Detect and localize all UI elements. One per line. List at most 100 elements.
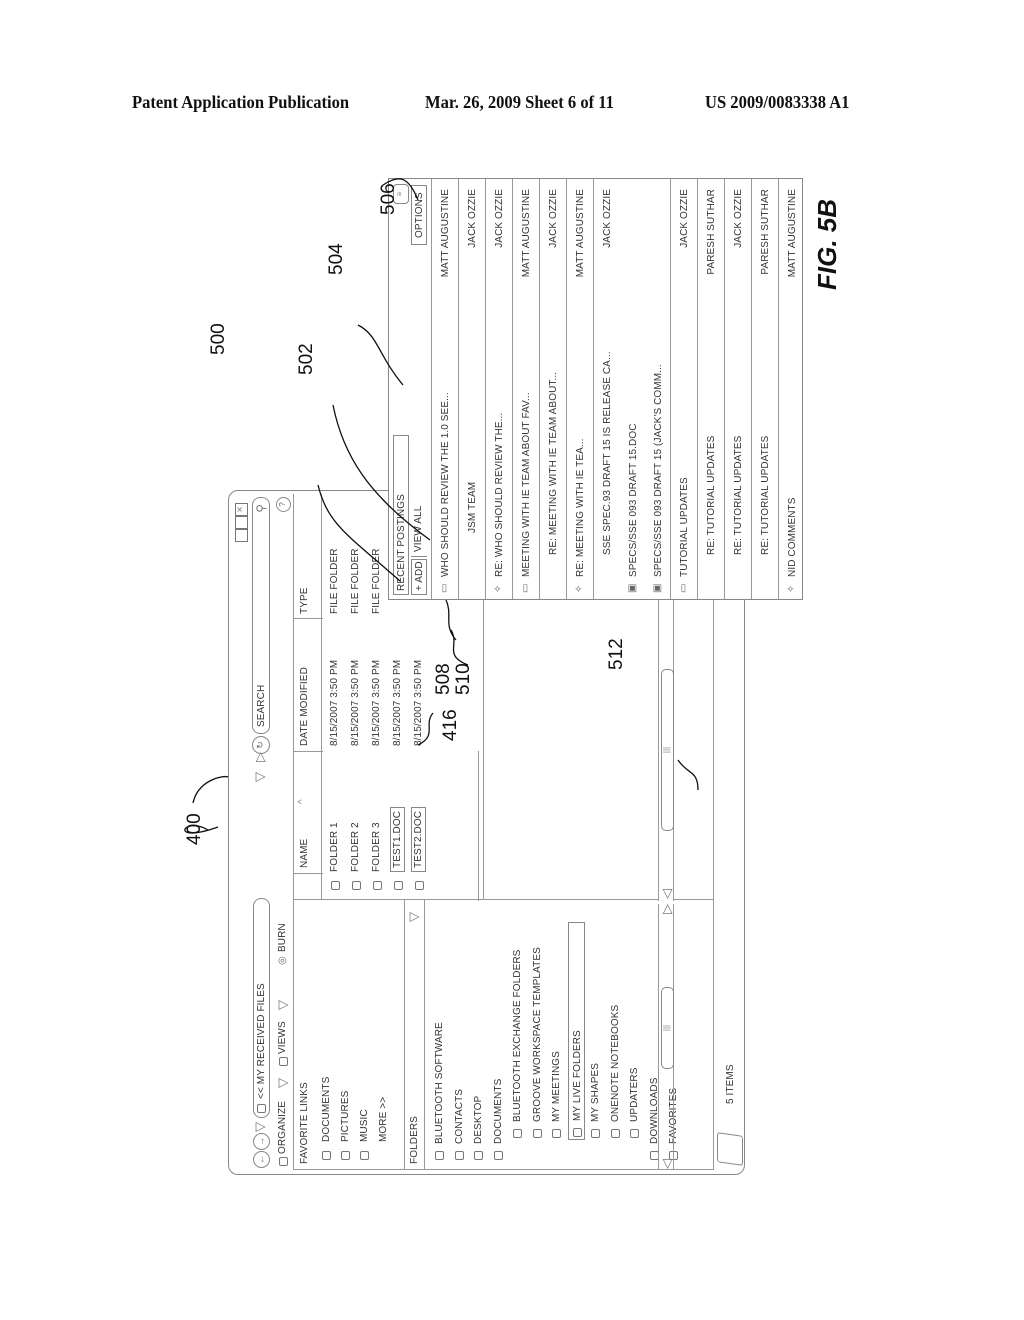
add-button-label: + ADD bbox=[414, 561, 425, 591]
posting-item[interactable]: ✧ RE: WHO SHOULD REVIEW THE... JACK OZZIE bbox=[485, 179, 512, 599]
publication-date-sheet: Mar. 26, 2009 Sheet 6 of 11 bbox=[425, 92, 614, 112]
back-button[interactable]: ← bbox=[253, 1151, 270, 1168]
posting-author: JACK OZZIE bbox=[548, 189, 559, 248]
posting-item[interactable]: ▭ TUTORIAL UPDATES JACK OZZIE bbox=[670, 179, 697, 599]
posting-author: JACK OZZIE bbox=[494, 189, 505, 248]
favorite-links-title: FAVORITE LINKS bbox=[299, 1082, 310, 1164]
scroll-down-arrow[interactable]: ◁ bbox=[659, 889, 674, 899]
folder-label: ONENOTE NOTEBOOKS bbox=[609, 1004, 621, 1122]
organize-button[interactable]: ORGANIZE bbox=[277, 1101, 288, 1154]
folders-collapse-chevron[interactable]: ▽ bbox=[406, 912, 421, 922]
folder-icon bbox=[591, 1129, 600, 1138]
folder-tree-item[interactable]: MY MEETINGS bbox=[548, 922, 565, 1140]
folder-tree-item[interactable]: ONENOTE NOTEBOOKS bbox=[607, 922, 624, 1140]
posting-item[interactable]: SSE SPEC.93 DRAFT 15 IS RELEASE CA... JAC… bbox=[593, 179, 620, 599]
help-button[interactable]: ? bbox=[276, 497, 291, 512]
column-header-type[interactable]: TYPE bbox=[299, 587, 310, 614]
posting-item[interactable]: ▭ MEETING WITH IE TEAM ABOUT FAV... MATT A… bbox=[512, 179, 539, 599]
folder-icon bbox=[552, 1129, 561, 1138]
folder-tree-item[interactable]: UPDATERS bbox=[626, 922, 643, 1140]
minimize-button[interactable] bbox=[235, 529, 248, 542]
posting-item[interactable]: ✧ RE: MEETING WITH IE TEA... MATT AUGUSTIN… bbox=[566, 179, 593, 599]
options-button[interactable]: OPTIONS bbox=[411, 185, 427, 245]
file-row[interactable]: FOLDER 2 8/15/2007 3:50 PM FILE FOLDER bbox=[348, 498, 366, 898]
maximize-button[interactable] bbox=[235, 516, 248, 529]
search-icon[interactable]: ⚲ bbox=[254, 504, 268, 513]
column-header-name[interactable]: NAME bbox=[299, 839, 310, 868]
recent-pages-dropdown[interactable]: ▽ bbox=[252, 1122, 267, 1132]
folder-tree-item[interactable]: DOCUMENTS bbox=[490, 922, 507, 1162]
file-row[interactable]: FOLDER 1 8/15/2007 3:50 PM FILE FOLDER bbox=[327, 498, 345, 898]
recent-postings-header: RECENT POSTINGS bbox=[393, 435, 409, 595]
favorite-link-item[interactable]: MUSIC bbox=[357, 914, 373, 1164]
views-button[interactable]: VIEWS bbox=[277, 1021, 288, 1054]
recent-postings-title: RECENT POSTINGS bbox=[396, 494, 407, 591]
add-button[interactable]: + ADD bbox=[411, 559, 427, 595]
file-row[interactable]: FOLDER 3 8/15/2007 3:50 PM FILE FOLDER bbox=[369, 498, 387, 898]
posting-item[interactable]: RE: TUTORIAL UPDATES PARESH SUTHAR bbox=[751, 179, 778, 599]
folder-tree-item[interactable]: CONTACTS bbox=[451, 922, 468, 1162]
folder-icon bbox=[532, 1129, 542, 1138]
folder-label: BLUETOOTH SOFTWARE bbox=[434, 1022, 445, 1144]
file-type: FILE FOLDER bbox=[329, 548, 340, 614]
leader-400b bbox=[192, 775, 229, 804]
ref-508: 508 bbox=[433, 663, 454, 695]
folder-tree-item[interactable]: BLUETOOTH SOFTWARE bbox=[431, 922, 448, 1162]
favorite-link-item[interactable]: PICTURES bbox=[338, 914, 354, 1164]
thread-icon: ▭ bbox=[439, 583, 450, 593]
views-dropdown[interactable]: ▽ bbox=[275, 1000, 290, 1010]
view-all-button[interactable]: VIEW ALL bbox=[411, 506, 427, 557]
reply-icon: ✧ bbox=[786, 584, 797, 593]
favorite-link-item[interactable]: MORE >> bbox=[376, 914, 392, 1164]
posting-title: RE: WHO SHOULD REVIEW THE... bbox=[494, 412, 505, 577]
folder-tree-item[interactable]: GROOVE WORKSPACE TEMPLATES bbox=[529, 922, 546, 1140]
posting-item[interactable]: ✧ NID COMMENTS MATT AUGUSTINE bbox=[778, 179, 805, 599]
favorite-link-label: MUSIC bbox=[359, 1109, 370, 1142]
column-header-date[interactable]: DATE MODIFIED bbox=[299, 667, 310, 746]
organize-dropdown[interactable]: ▽ bbox=[275, 1078, 290, 1088]
folder-tree-item[interactable]: MY SHAPES bbox=[587, 922, 604, 1140]
scroll-left-arrow[interactable]: ◁ bbox=[659, 1159, 674, 1169]
burn-button[interactable]: BURN bbox=[277, 923, 288, 952]
file-type: FILE FOLDER bbox=[350, 548, 361, 614]
scroll-thumb[interactable]: ||| bbox=[661, 987, 674, 1069]
figure-label: FIG. 5B bbox=[812, 198, 842, 290]
posting-item[interactable]: ▣ SPECS/SSE 093 DRAFT 15.DOC bbox=[620, 179, 645, 599]
folder-tree-item[interactable]: BLUETOOTH EXCHANGE FOLDERS bbox=[509, 922, 526, 1140]
doc-icon: ▣ bbox=[652, 583, 663, 593]
folder-label: MY SHAPES bbox=[590, 1062, 601, 1122]
documents-icon bbox=[322, 1151, 331, 1160]
address-dropdown[interactable]: ▽ bbox=[252, 772, 267, 782]
refresh-button[interactable]: ↻ bbox=[252, 736, 270, 754]
address-bar[interactable]: << MY RECEIVED FILES bbox=[253, 898, 270, 1118]
posting-item[interactable]: RE: MEETING WITH IE TEAM ABOUT... JACK OZ… bbox=[539, 179, 566, 599]
posting-item[interactable]: RE: TUTORIAL UPDATES JACK OZZIE bbox=[724, 179, 751, 599]
folder-tree-item[interactable]: DESKTOP bbox=[470, 922, 487, 1162]
folder-label: UPDATERS bbox=[629, 1067, 640, 1122]
pictures-icon bbox=[341, 1151, 350, 1160]
folders-title: FOLDERS bbox=[409, 1116, 420, 1164]
views-icon bbox=[279, 1057, 288, 1066]
posting-item[interactable]: ▭ WHO SHOULD REVIEW THE 1.0 SEE... MATT AU… bbox=[431, 179, 458, 599]
posting-author: JACK OZZIE bbox=[602, 189, 613, 248]
favorite-link-item[interactable]: DOCUMENTS bbox=[319, 914, 335, 1164]
posting-item[interactable]: JSM TEAM JACK OZZIE bbox=[458, 179, 485, 599]
scroll-thumb-files[interactable]: ||| bbox=[661, 669, 674, 831]
forward-button[interactable]: → bbox=[253, 1133, 270, 1150]
posting-author: MATT AUGUSTINE bbox=[575, 189, 586, 278]
close-button[interactable]: × bbox=[235, 503, 248, 516]
file-date: 8/15/2007 3:50 PM bbox=[413, 659, 424, 746]
posting-item[interactable]: RE: TUTORIAL UPDATES PARESH SUTHAR bbox=[697, 179, 724, 599]
posting-author: MATT AUGUSTINE bbox=[440, 189, 451, 278]
scroll-right-arrow[interactable]: ▷ bbox=[659, 904, 674, 914]
search-placeholder: SEARCH bbox=[256, 684, 267, 727]
folder-tree-item[interactable]: MY LIVE FOLDERS bbox=[567, 922, 585, 1140]
search-box[interactable]: SEARCH ⚲ bbox=[252, 497, 270, 734]
posting-item[interactable]: ▣ SPECS/SSE 093 DRAFT 15 (JACK'S COMM... bbox=[645, 179, 670, 599]
folders-horizontal-scrollbar[interactable]: ◁ ||| ▷ bbox=[658, 904, 674, 1169]
ref-500: 500 bbox=[208, 323, 229, 355]
music-icon bbox=[360, 1151, 369, 1160]
status-item-count: 5 ITEMS bbox=[725, 1064, 736, 1104]
posting-title: SSE SPEC.93 DRAFT 15 IS RELEASE CA... bbox=[602, 351, 613, 555]
folder-label: DESKTOP bbox=[473, 1095, 484, 1144]
